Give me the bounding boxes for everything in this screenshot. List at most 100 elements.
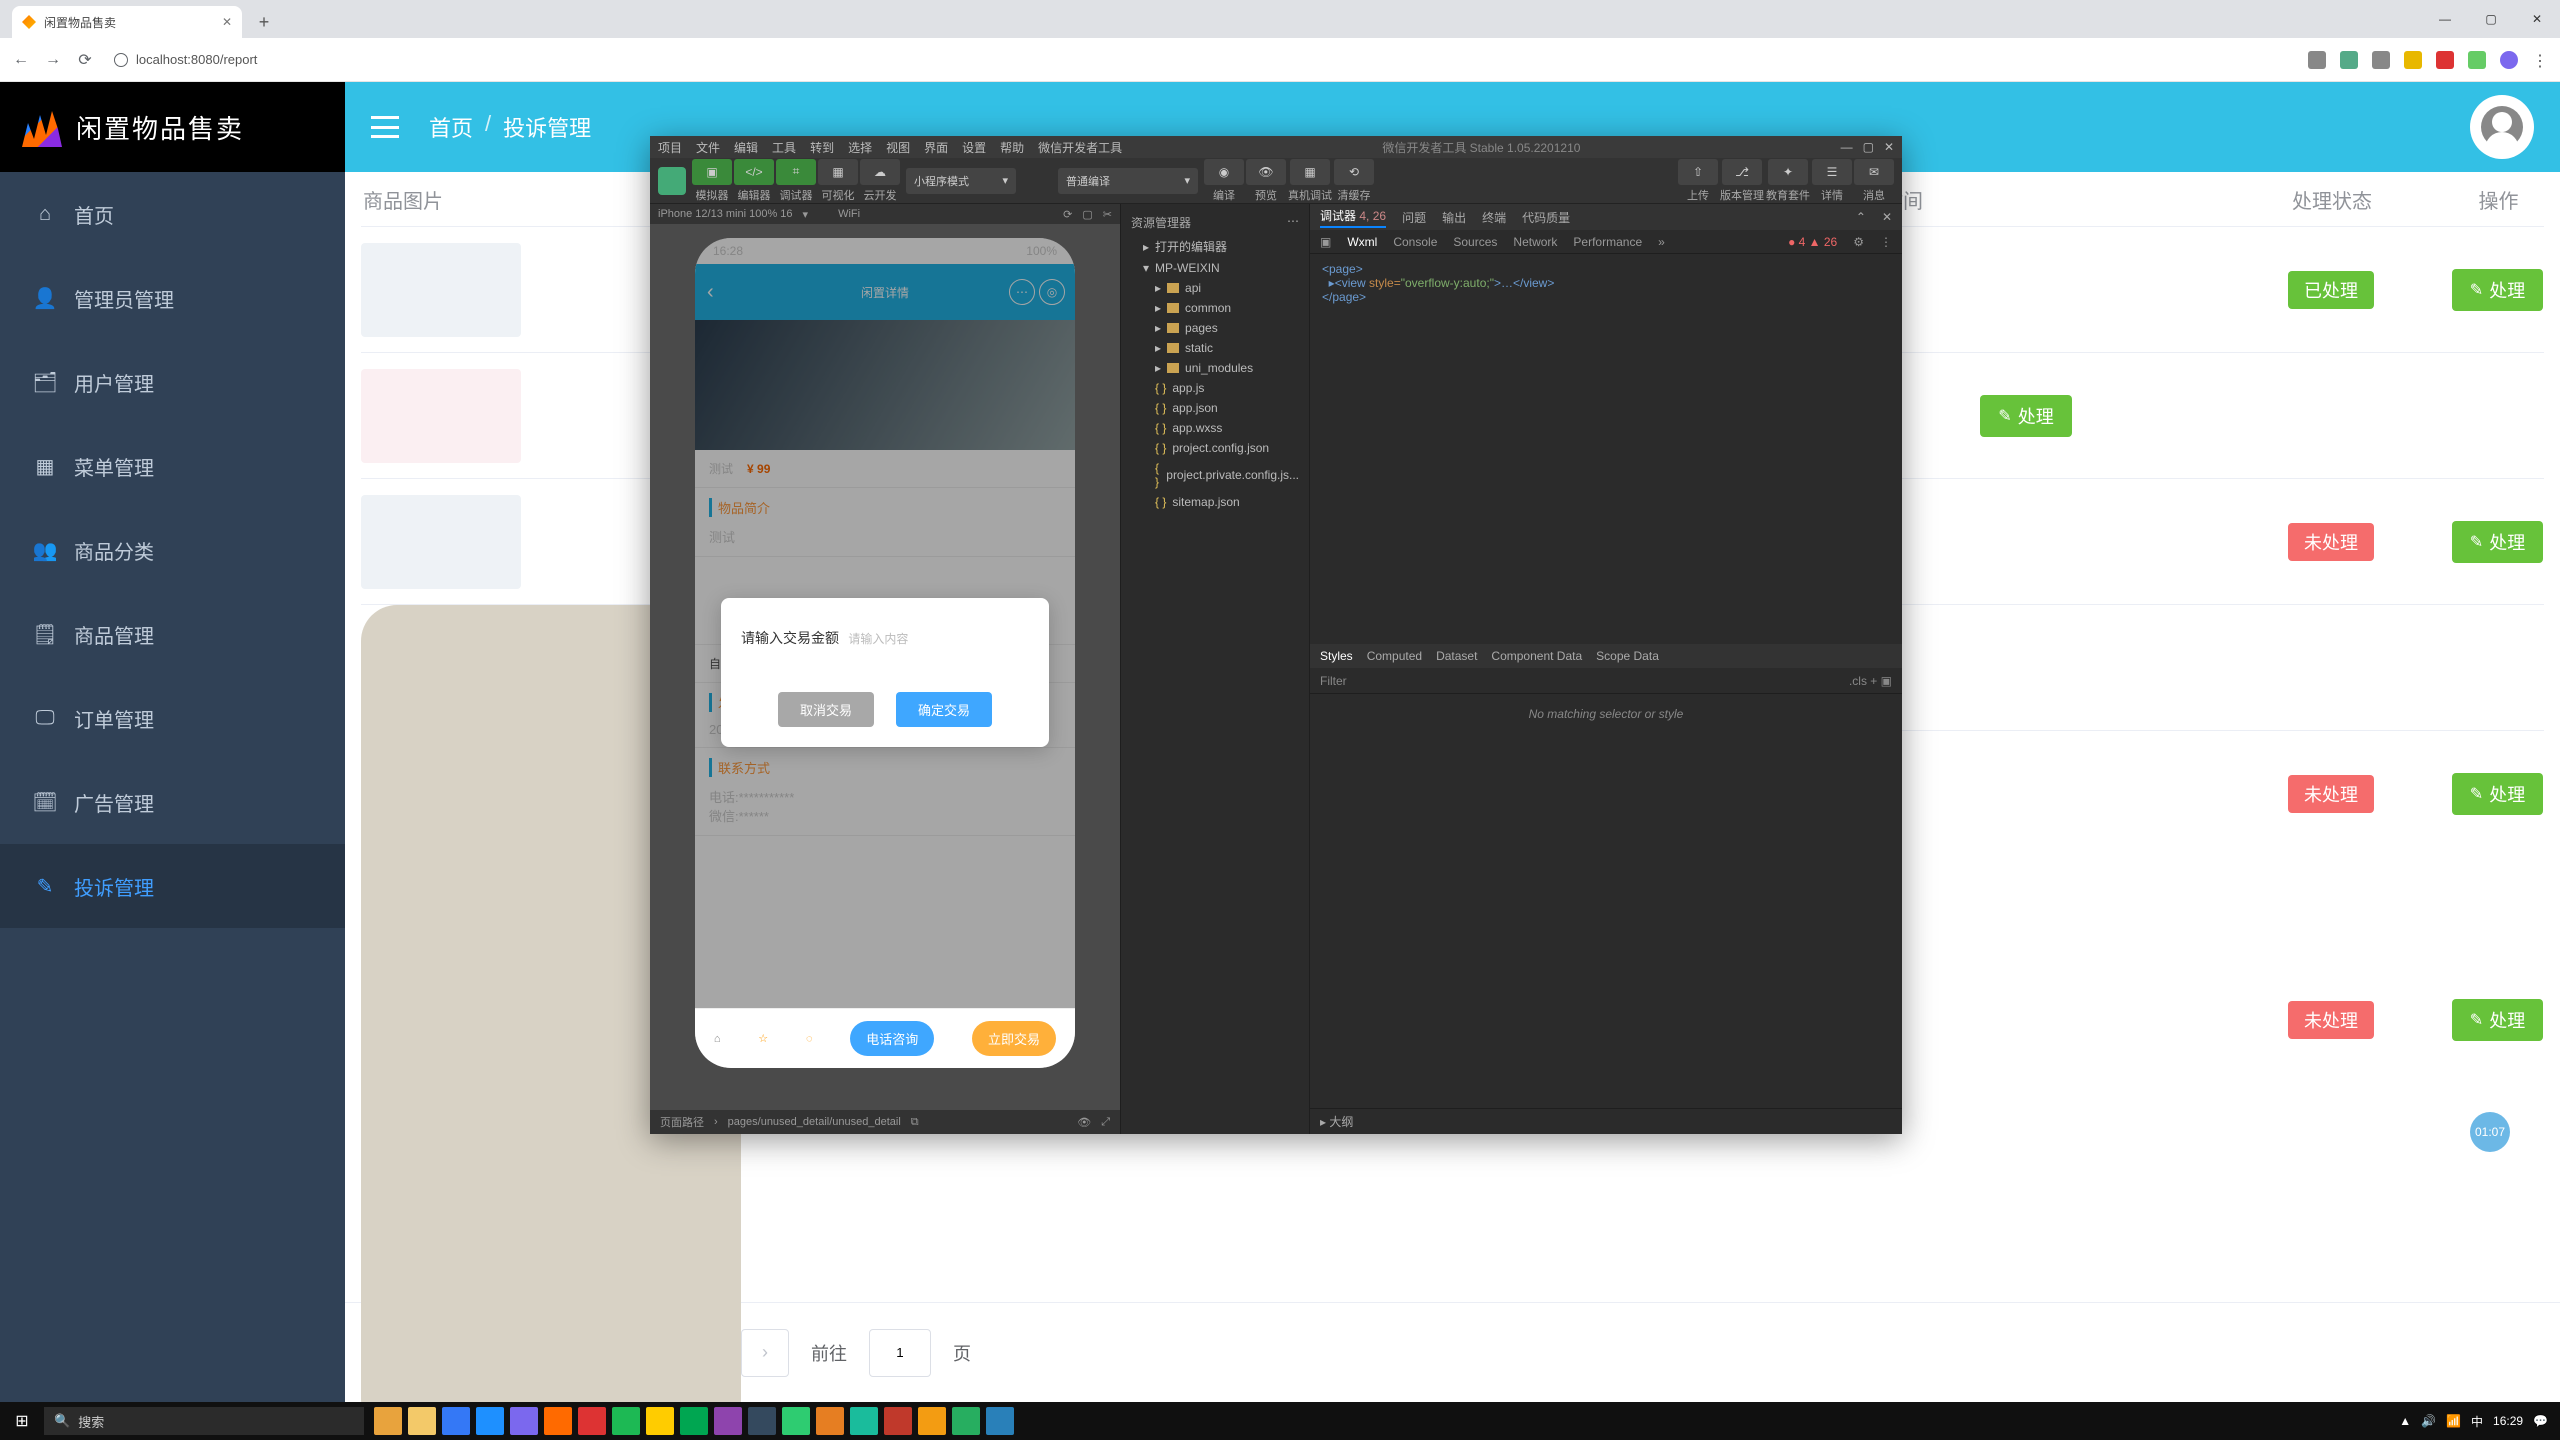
win-close-icon[interactable]: ✕ — [1884, 140, 1894, 154]
subtab-performance[interactable]: Performance — [1573, 235, 1642, 249]
simulator-toggle[interactable]: ▣ — [692, 159, 732, 185]
tab-problems[interactable]: 问题 — [1402, 209, 1426, 226]
style-filter-input[interactable]: Filter — [1320, 674, 1347, 688]
cloud-dev[interactable]: ☁ — [860, 159, 900, 185]
compile-select[interactable]: 普通编译▾ — [1058, 168, 1198, 194]
sidebar-item-admin[interactable]: 👤管理员管理 — [0, 256, 345, 340]
chrome-menu-icon[interactable]: ⋮ — [2532, 51, 2548, 69]
taskbar-app-icon[interactable] — [714, 1407, 742, 1435]
version-btn[interactable]: ⎇ — [1722, 159, 1762, 185]
clear-cache-btn[interactable]: ⟲ — [1334, 159, 1374, 185]
copy-icon[interactable]: ⧉ — [911, 1116, 919, 1129]
sim-tool-icon[interactable]: ✂ — [1103, 208, 1112, 221]
handle-button[interactable]: ✎处理 — [2452, 999, 2543, 1041]
menu-item[interactable]: 项目 — [658, 139, 682, 156]
tabbar-home-icon[interactable]: ⌂ — [714, 1033, 721, 1045]
dialog-cancel-button[interactable]: 取消交易 — [778, 692, 874, 727]
ext-icon[interactable] — [2340, 51, 2358, 69]
sidebar-item-category[interactable]: 👥商品分类 — [0, 508, 345, 592]
styletab-scope[interactable]: Scope Data — [1596, 649, 1659, 663]
styletab-styles[interactable]: Styles — [1320, 649, 1353, 663]
mode-select[interactable]: 小程序模式▾ — [906, 168, 1016, 194]
ext-icon[interactable] — [2468, 51, 2486, 69]
project-avatar-icon[interactable] — [658, 167, 686, 195]
sidebar-item-complaint[interactable]: ✎投诉管理 — [0, 844, 345, 928]
handle-button[interactable]: ✎处理 — [2452, 773, 2543, 815]
tabbar-fav-icon[interactable]: ☆ — [758, 1032, 768, 1045]
taskbar-app-icon[interactable] — [680, 1407, 708, 1435]
cls-toggle[interactable]: .cls — [1849, 674, 1867, 688]
outline-header[interactable]: ▸ 大纲 — [1310, 1108, 1902, 1134]
sidebar-item-ads[interactable]: 🗓广告管理 — [0, 760, 345, 844]
address-bar[interactable]: localhost:8080/report — [114, 52, 257, 67]
taskbar-app-icon[interactable] — [578, 1407, 606, 1435]
taskbar-app-icon[interactable] — [646, 1407, 674, 1435]
menu-item[interactable]: 选择 — [848, 139, 872, 156]
taskbar-app-icon[interactable] — [408, 1407, 436, 1435]
remote-debug-btn[interactable]: ▦ — [1290, 159, 1330, 185]
nav-back-icon[interactable]: ← — [12, 51, 30, 69]
nav-reload-icon[interactable]: ⟳ — [76, 50, 94, 70]
tab-output[interactable]: 输出 — [1442, 209, 1466, 226]
sim-tool-icon[interactable]: ▢ — [1082, 208, 1092, 221]
box-model-icon[interactable]: ▣ — [1881, 674, 1892, 688]
styletab-computed[interactable]: Computed — [1367, 649, 1422, 663]
edu-btn[interactable]: ✦ — [1768, 159, 1808, 185]
goto-input[interactable] — [869, 1329, 931, 1377]
menu-item[interactable]: 编辑 — [734, 139, 758, 156]
tab-quality[interactable]: 代码质量 — [1522, 209, 1570, 226]
editor-toggle[interactable]: </> — [734, 159, 774, 185]
taskbar-app-icon[interactable] — [510, 1407, 538, 1435]
start-button[interactable]: ⊞ — [0, 1411, 44, 1431]
pager-next[interactable]: › — [741, 1329, 789, 1377]
taskbar-app-icon[interactable] — [782, 1407, 810, 1435]
styletab-dataset[interactable]: Dataset — [1436, 649, 1477, 663]
taskbar-app-icon[interactable] — [850, 1407, 878, 1435]
preview-btn[interactable]: 👁 — [1246, 159, 1286, 185]
menu-item[interactable]: 视图 — [886, 139, 910, 156]
eye-icon[interactable]: 👁 — [1077, 1116, 1091, 1129]
more-icon[interactable]: ⋯ — [1287, 214, 1299, 231]
menu-item[interactable]: 微信开发者工具 — [1038, 139, 1122, 156]
ext-icon[interactable] — [2372, 51, 2390, 69]
handle-button[interactable]: ✎处理 — [2452, 521, 2543, 563]
issue-badges[interactable]: ● 4 ▲ 26 — [1788, 235, 1837, 249]
details-btn[interactable]: ☰ — [1812, 159, 1852, 185]
sim-device-label[interactable]: iPhone 12/13 mini 100% 16 — [658, 208, 793, 220]
menu-item[interactable]: 设置 — [962, 139, 986, 156]
handle-button[interactable]: ✎处理 — [2452, 269, 2543, 311]
tree-file[interactable]: { }project.private.config.js... — [1121, 458, 1309, 492]
ext-icon[interactable] — [2436, 51, 2454, 69]
tray-icon[interactable]: 📶 — [2446, 1414, 2461, 1428]
compile-btn[interactable]: ◉ — [1204, 159, 1244, 185]
subtab-sources[interactable]: Sources — [1453, 235, 1497, 249]
taskbar-app-icon[interactable] — [476, 1407, 504, 1435]
notifications-icon[interactable]: 💬 — [2533, 1414, 2548, 1428]
messages-btn[interactable]: ✉ — [1854, 159, 1894, 185]
taskbar-app-icon[interactable] — [952, 1407, 980, 1435]
menu-item[interactable]: 界面 — [924, 139, 948, 156]
breadcrumb-home[interactable]: 首页 — [429, 111, 473, 143]
upload-btn[interactable]: ⇧ — [1678, 159, 1718, 185]
nav-forward-icon[interactable]: → — [44, 51, 62, 69]
tabbar-user-icon[interactable]: ◌ — [806, 1033, 813, 1045]
sidebar-item-home[interactable]: ⌂首页 — [0, 172, 345, 256]
menu-item[interactable]: 文件 — [696, 139, 720, 156]
close-icon[interactable]: ✕ — [1882, 210, 1892, 224]
menu-item[interactable]: 转到 — [810, 139, 834, 156]
sim-tool-icon[interactable]: ⟳ — [1063, 208, 1072, 221]
inspect-icon[interactable]: ▣ — [1320, 235, 1331, 249]
sidebar-item-menu[interactable]: ▦菜单管理 — [0, 424, 345, 508]
handle-button[interactable]: ✎处理 — [1980, 395, 2071, 437]
taskbar-app-icon[interactable] — [986, 1407, 1014, 1435]
subtab-console[interactable]: Console — [1393, 235, 1437, 249]
kebab-icon[interactable]: ⋮ — [1880, 235, 1892, 249]
taskbar-search[interactable]: 🔍 搜索 — [44, 1407, 364, 1435]
taskbar-app-icon[interactable] — [442, 1407, 470, 1435]
tree-file[interactable]: { }app.wxss — [1121, 418, 1309, 438]
menu-item[interactable]: 工具 — [772, 139, 796, 156]
tab-close-icon[interactable]: ✕ — [222, 15, 232, 29]
chevron-down-icon[interactable]: ▾ — [803, 208, 809, 221]
subtab-network[interactable]: Network — [1513, 235, 1557, 249]
debugger-toggle[interactable]: ⌗ — [776, 159, 816, 185]
